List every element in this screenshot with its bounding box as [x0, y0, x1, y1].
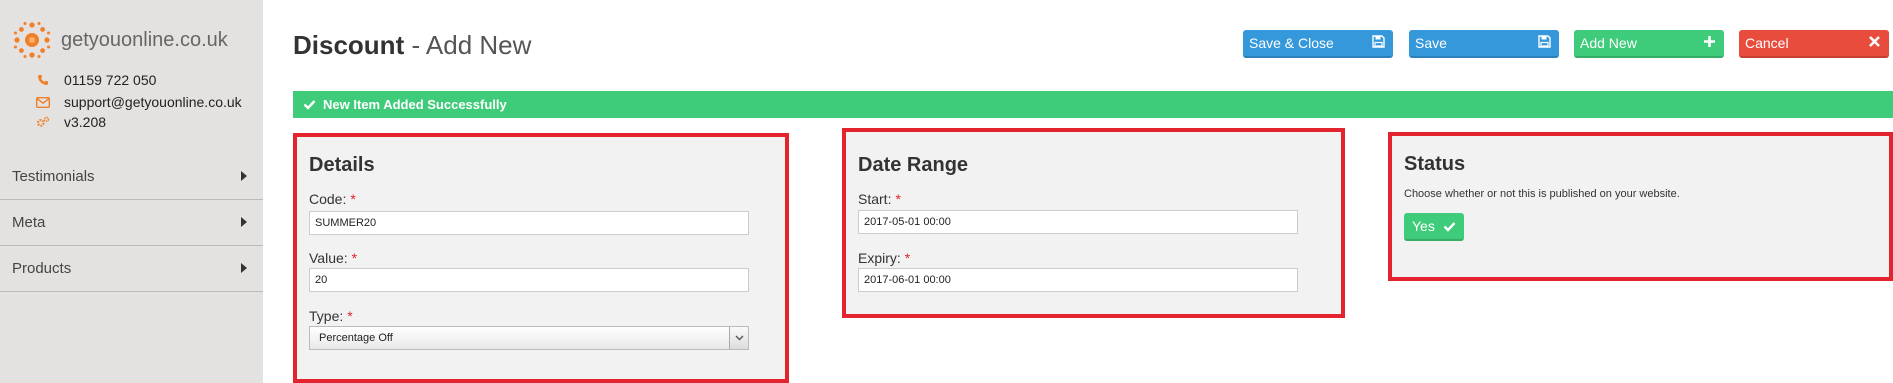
- brand[interactable]: getyouonline.co.uk: [12, 18, 228, 62]
- required-marker: *: [350, 191, 356, 207]
- gears-icon: [36, 115, 50, 129]
- save-label: Save: [1415, 35, 1447, 51]
- save-close-label: Save & Close: [1249, 35, 1334, 51]
- contact-phone: 01159 722 050: [36, 72, 156, 88]
- sun-logo-icon: [14, 22, 50, 58]
- brand-name: getyouonline.co.uk: [61, 28, 228, 51]
- start-label-text: Start:: [858, 191, 892, 207]
- required-marker: *: [895, 191, 901, 207]
- status-title: Status: [1404, 153, 1466, 175]
- phone-number: 01159 722 050: [64, 72, 157, 88]
- expiry-label-text: Expiry:: [858, 250, 901, 266]
- alert-message: New Item Added Successfully: [323, 97, 507, 112]
- cancel-button[interactable]: Cancel: [1739, 30, 1889, 58]
- app: getyouonline.co.uk 01159 722 050 support…: [0, 0, 1893, 383]
- details-title: Details: [309, 154, 375, 176]
- app-version: v3.208: [36, 114, 106, 130]
- save-button[interactable]: Save: [1409, 30, 1559, 58]
- page-title-subtitle: - Add New: [411, 30, 532, 60]
- expiry-label: Expiry: *: [858, 250, 910, 266]
- type-select[interactable]: Percentage Off: [309, 326, 749, 350]
- start-label: Start: *: [858, 191, 901, 207]
- cancel-label: Cancel: [1745, 35, 1789, 51]
- code-label: Code: *: [309, 191, 356, 207]
- phone-icon: [36, 73, 50, 87]
- type-label: Type: *: [309, 308, 353, 324]
- date-range-panel: Date Range Start:* Expiry:*: [842, 128, 1345, 318]
- chevron-down-icon: [729, 327, 748, 349]
- caret-right-icon: [241, 263, 247, 273]
- published-toggle[interactable]: Yes: [1404, 213, 1464, 241]
- sidebar-item-products[interactable]: Products: [0, 246, 263, 292]
- sidebar-item-label: Products: [12, 260, 72, 277]
- version-label: v3.208: [64, 114, 107, 130]
- envelope-icon: [36, 95, 50, 109]
- sidebar-item-label: Meta: [12, 214, 46, 231]
- floppy-disk-icon: [1372, 35, 1385, 48]
- status-description: Choose whether or not this is published …: [1404, 188, 1680, 200]
- required-marker: *: [347, 308, 353, 324]
- close-icon: [1869, 36, 1880, 47]
- caret-right-icon: [241, 217, 247, 227]
- page-title-main: Discount: [293, 30, 405, 60]
- check-icon: [1443, 222, 1456, 232]
- required-marker: *: [904, 250, 911, 266]
- start-date-field[interactable]: [858, 210, 1298, 234]
- save-close-button[interactable]: Save & Close: [1243, 30, 1393, 58]
- details-panel: Details Code:* Value:* Type:* Percentage…: [293, 133, 789, 383]
- value-label-text: Value:: [309, 250, 348, 266]
- success-alert: New Item Added Successfully: [293, 91, 1893, 118]
- add-new-button[interactable]: Add New: [1574, 30, 1724, 58]
- sidebar-nav: Testimonials Meta Products: [0, 154, 263, 292]
- add-new-label: Add New: [1580, 35, 1637, 51]
- value-field[interactable]: [309, 268, 749, 292]
- code-label-text: Code:: [309, 191, 347, 207]
- published-toggle-label: Yes: [1412, 218, 1435, 234]
- required-marker: *: [351, 250, 358, 266]
- sidebar-item-label: Testimonials: [12, 168, 95, 185]
- value-label: Value: *: [309, 250, 357, 266]
- expiry-date-field[interactable]: [858, 268, 1298, 292]
- plus-icon: [1704, 36, 1715, 47]
- check-icon: [303, 100, 316, 110]
- sidebar-item-testimonials[interactable]: Testimonials: [0, 154, 263, 200]
- code-field[interactable]: [309, 211, 749, 235]
- type-label-text: Type:: [309, 308, 344, 324]
- caret-right-icon: [241, 171, 247, 181]
- sidebar: getyouonline.co.uk 01159 722 050 support…: [0, 0, 263, 383]
- floppy-disk-icon: [1538, 35, 1551, 48]
- contact-email[interactable]: support@getyouonline.co.uk: [36, 94, 242, 110]
- type-select-value: Percentage Off: [319, 332, 393, 344]
- sidebar-item-meta[interactable]: Meta: [0, 200, 263, 246]
- support-email[interactable]: support@getyouonline.co.uk: [64, 94, 242, 110]
- date-range-title: Date Range: [858, 154, 969, 176]
- status-panel: Status Choose whether or not this is pub…: [1388, 132, 1893, 281]
- page-title: Discount - Add New: [293, 30, 531, 61]
